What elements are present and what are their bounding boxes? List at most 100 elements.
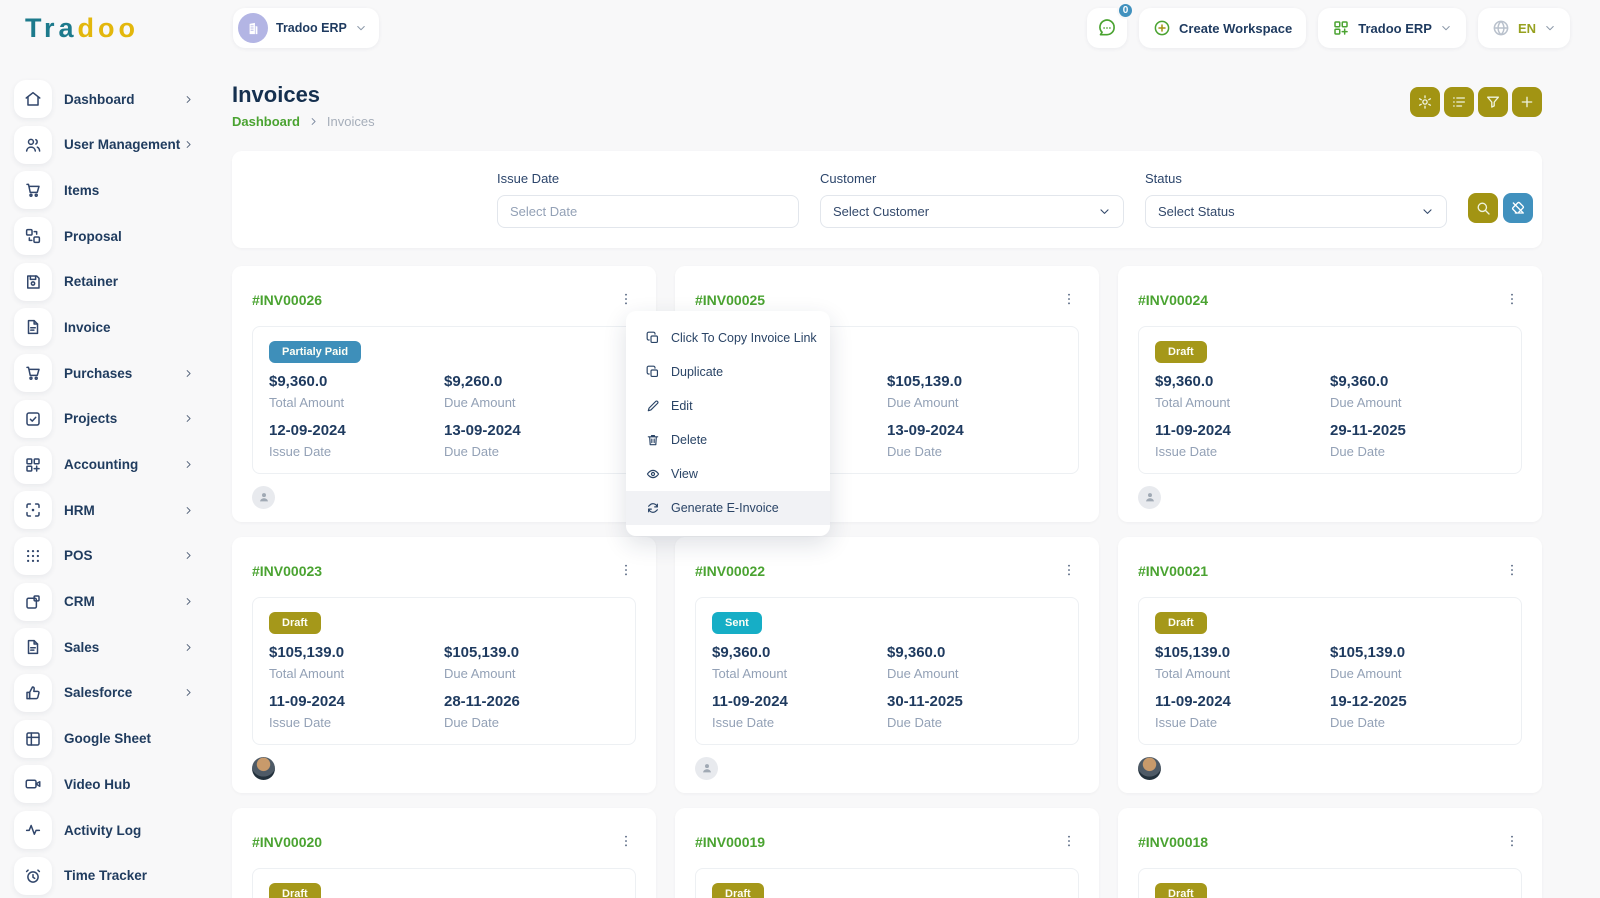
customer-avatar[interactable] <box>252 486 275 509</box>
due-amount-value: $105,139.0 <box>444 644 619 663</box>
issue-date-value: 11-09-2024 <box>1155 422 1330 441</box>
sidebar-item-items[interactable]: Items <box>14 171 210 209</box>
sidebar-item-proposal[interactable]: Proposal <box>14 217 210 255</box>
sidebar-item-projects[interactable]: Projects <box>14 400 210 438</box>
menu-item-delete[interactable]: Delete <box>626 423 830 457</box>
sidebar-item-hrm[interactable]: HRM <box>14 491 210 529</box>
copy-icon <box>646 331 660 345</box>
funnel-icon <box>1485 94 1501 110</box>
sidebar-item-accounting[interactable]: Accounting <box>14 446 210 484</box>
card-menu-button[interactable] <box>616 290 636 310</box>
chevron-right-icon <box>183 459 194 470</box>
sidebar-item-retainer[interactable]: Retainer <box>14 263 210 301</box>
breadcrumb-dashboard[interactable]: Dashboard <box>232 114 300 129</box>
chat-button[interactable]: 0 <box>1087 8 1127 48</box>
sidebar-item-invoice[interactable]: Invoice <box>14 308 210 346</box>
sidebar-item-purchases[interactable]: Purchases <box>14 354 210 392</box>
due-amount-label: Due Amount <box>444 666 619 681</box>
menu-item-edit[interactable]: Edit <box>626 389 830 423</box>
person-icon <box>1143 490 1157 504</box>
save-icon <box>14 263 52 301</box>
invoice-id[interactable]: #INV00025 <box>695 292 765 308</box>
invoice-id[interactable]: #INV00021 <box>1138 563 1208 579</box>
chevron-right-icon <box>183 368 194 379</box>
invoice-id[interactable]: #INV00024 <box>1138 292 1208 308</box>
person-icon <box>700 761 714 775</box>
issue-date-input[interactable] <box>497 195 799 228</box>
invoice-id[interactable]: #INV00026 <box>252 292 322 308</box>
due-amount-value: $105,139.0 <box>887 373 1062 392</box>
card-menu-button[interactable] <box>616 832 636 852</box>
due-date-value: 30-11-2025 <box>887 693 1062 712</box>
customer-avatar[interactable] <box>1138 757 1161 780</box>
filter-button[interactable] <box>1478 87 1508 117</box>
sidebar-item-pos[interactable]: POS <box>14 537 210 575</box>
menu-item-duplicate[interactable]: Duplicate <box>626 355 830 389</box>
refresh-icon <box>646 501 660 515</box>
sidebar-item-label: HRM <box>64 503 95 518</box>
language-selector[interactable]: EN <box>1478 8 1570 48</box>
total-amount-value: $105,139.0 <box>269 644 444 663</box>
card-menu-button[interactable] <box>1059 290 1079 310</box>
active-workspace-button[interactable]: Tradoo ERP <box>1318 8 1466 48</box>
invoice-card--inv00020: #INV00020 DraftTotal AmountDue AmountIssu… <box>232 808 656 898</box>
sidebar-item-salesforce[interactable]: Salesforce <box>14 674 210 712</box>
activity-icon <box>14 811 52 849</box>
status-badge: Draft <box>269 883 321 898</box>
sidebar-item-label: Accounting <box>64 457 138 472</box>
chevron-down-icon <box>1440 22 1452 34</box>
status-select[interactable]: Select Status <box>1145 195 1447 228</box>
menu-item-generate-e-invoice[interactable]: Generate E-Invoice <box>626 491 830 525</box>
apply-filter-button[interactable] <box>1468 193 1498 223</box>
settings-button[interactable] <box>1410 87 1440 117</box>
sidebar-item-crm[interactable]: CRM <box>14 583 210 621</box>
customer-avatar[interactable] <box>252 757 275 780</box>
sidebar-item-dashboard[interactable]: Dashboard <box>14 80 210 118</box>
invoice-id[interactable]: #INV00020 <box>252 834 322 850</box>
sidebar-item-google-sheet[interactable]: Google Sheet <box>14 720 210 758</box>
due-amount-label: Due Amount <box>887 395 1062 410</box>
menu-item-view[interactable]: View <box>626 457 830 491</box>
due-amount-value: $9,360.0 <box>887 644 1062 663</box>
reset-filter-button[interactable] <box>1503 193 1533 223</box>
person-icon <box>257 490 271 504</box>
sidebar-item-activity-log[interactable]: Activity Log <box>14 811 210 849</box>
sidebar-item-time-tracker[interactable]: Time Tracker <box>14 857 210 895</box>
card-menu-button[interactable] <box>1502 290 1522 310</box>
total-amount-value: $105,139.0 <box>1155 644 1330 663</box>
sidebar-item-video-hub[interactable]: Video Hub <box>14 765 210 803</box>
card-menu-button[interactable] <box>1059 561 1079 581</box>
status-badge: Draft <box>269 612 321 634</box>
status-badge: Draft <box>1155 883 1207 898</box>
due-date-value: 19-12-2025 <box>1330 693 1505 712</box>
create-workspace-button[interactable]: Create Workspace <box>1139 8 1306 48</box>
workspace-selector[interactable]: Tradoo ERP <box>233 8 379 48</box>
grid-plus-icon <box>1332 19 1350 37</box>
invoice-id[interactable]: #INV00019 <box>695 834 765 850</box>
chevron-right-icon <box>183 94 194 105</box>
customer-avatar[interactable] <box>1138 486 1161 509</box>
chevron-right-icon <box>183 596 194 607</box>
menu-item-click-to-copy-invoice-link[interactable]: Click To Copy Invoice Link <box>626 321 830 355</box>
plus-circle-icon <box>1153 19 1171 37</box>
invoice-id[interactable]: #INV00023 <box>252 563 322 579</box>
due-date-value: 29-11-2025 <box>1330 422 1505 441</box>
total-amount-value: $9,360.0 <box>269 373 444 392</box>
language-code: EN <box>1518 21 1536 36</box>
invoice-card--inv00018: #INV00018DraftTotal AmountDue AmountIssu… <box>1118 808 1542 898</box>
card-menu-button[interactable] <box>616 561 636 581</box>
sidebar-item-user-management[interactable]: User Management <box>14 126 210 164</box>
sidebar-item-sales[interactable]: Sales <box>14 628 210 666</box>
card-menu-button[interactable] <box>1502 561 1522 581</box>
invoice-summary: DraftTotal AmountDue AmountIssue DateDue… <box>252 868 636 898</box>
customer-avatar[interactable] <box>695 757 718 780</box>
card-menu-button[interactable] <box>1059 832 1079 852</box>
list-view-button[interactable] <box>1444 87 1474 117</box>
building-icon <box>245 20 262 37</box>
customer-select[interactable]: Select Customer <box>820 195 1124 228</box>
invoice-id[interactable]: #INV00022 <box>695 563 765 579</box>
sidebar-item-label: Items <box>64 183 99 198</box>
invoice-id[interactable]: #INV00018 <box>1138 834 1208 850</box>
card-menu-button[interactable] <box>1502 832 1522 852</box>
create-invoice-button[interactable] <box>1512 87 1542 117</box>
